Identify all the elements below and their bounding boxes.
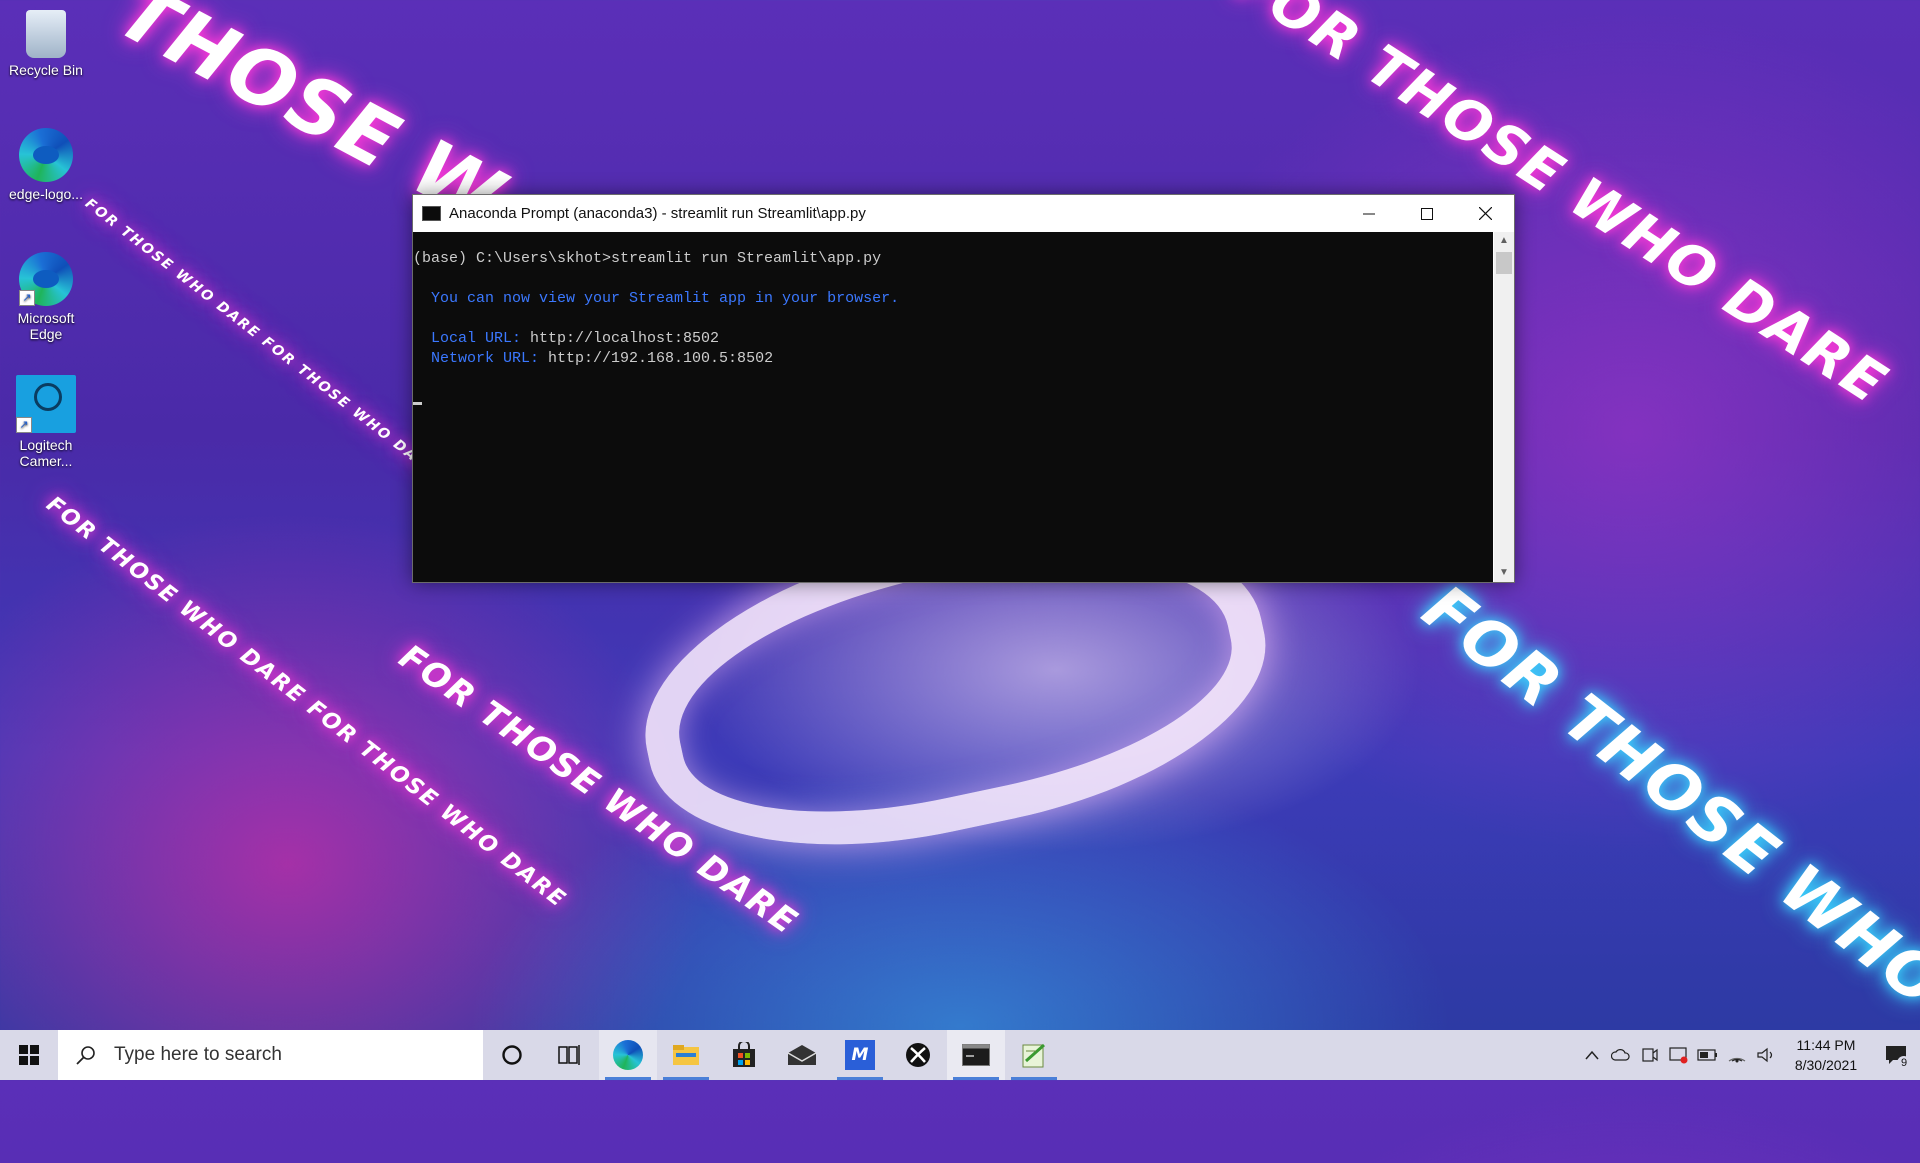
scroll-thumb[interactable]: [1496, 252, 1512, 274]
scroll-down-arrow-icon[interactable]: ▼: [1494, 564, 1514, 582]
desktop-icon-logitech-camera[interactable]: ↗ Logitech Camer...: [6, 375, 86, 469]
notepad-icon: [1022, 1043, 1045, 1068]
scroll-up-arrow-icon[interactable]: ▲: [1494, 232, 1514, 250]
console-local-url-line: Local URL: http://localhost:8502: [413, 330, 719, 347]
task-view-icon: [558, 1045, 580, 1065]
taskbar-app-xbox[interactable]: [889, 1030, 947, 1080]
onedrive-cloud-icon[interactable]: [1606, 1030, 1635, 1080]
clock-time: 11:44 PM: [1796, 1037, 1856, 1053]
search-placeholder: Type here to search: [114, 1044, 282, 1065]
console-command-line: (base) C:\Users\skhot>streamlit run Stre…: [413, 250, 882, 267]
close-icon: [1478, 207, 1492, 220]
cortana-button[interactable]: [483, 1030, 541, 1080]
edge-icon: [613, 1040, 643, 1070]
desktop-icon-edge-logo[interactable]: edge-logo...: [6, 128, 86, 202]
action-center-button[interactable]: 9: [1872, 1030, 1920, 1080]
show-hidden-icons-chevron-up-icon[interactable]: [1577, 1030, 1606, 1080]
local-url-value: http://localhost:8502: [530, 330, 720, 347]
desktop-icon-label: Logitech Camer...: [19, 437, 73, 469]
taskbar-search-box[interactable]: Type here to search: [58, 1030, 483, 1080]
shortcut-arrow-icon: ↗: [19, 290, 35, 306]
task-view-button[interactable]: [541, 1030, 599, 1080]
autodesk-icon: M: [845, 1040, 875, 1070]
console-network-url-line: Network URL: http://192.168.100.5:8502: [413, 350, 773, 367]
desktop-icon-label: edge-logo...: [9, 186, 83, 202]
window-title: Anaconda Prompt (anaconda3) - streamlit …: [449, 205, 866, 222]
edge-icon: ↗: [19, 252, 73, 306]
taskbar-app-edge[interactable]: [599, 1030, 657, 1080]
edge-icon: [19, 128, 73, 182]
anaconda-prompt-window[interactable]: Anaconda Prompt (anaconda3) - streamlit …: [412, 194, 1515, 583]
mail-icon: [787, 1045, 817, 1065]
taskbar-app-store[interactable]: [715, 1030, 773, 1080]
console-cursor: [413, 402, 422, 405]
wifi-icon[interactable]: [1722, 1030, 1751, 1080]
search-icon: [76, 1046, 95, 1065]
windows-logo-icon: [19, 1045, 39, 1065]
meet-now-icon[interactable]: [1635, 1030, 1664, 1080]
minimize-button[interactable]: [1340, 195, 1398, 232]
network-url-label: Network URL:: [413, 350, 549, 367]
console-scrollbar[interactable]: ▲ ▼: [1494, 232, 1514, 582]
battery-icon[interactable]: [1693, 1030, 1722, 1080]
system-tray: 11:44 PM 8/30/2021 9: [1577, 1030, 1920, 1080]
store-icon: [733, 1042, 755, 1067]
desktop-icon-label: Recycle Bin: [9, 62, 83, 78]
terminal-icon: [962, 1044, 990, 1066]
console-output[interactable]: (base) C:\Users\skhot>streamlit run Stre…: [413, 232, 1493, 582]
taskbar-app-terminal[interactable]: [947, 1030, 1005, 1080]
close-button[interactable]: [1456, 195, 1514, 232]
desktop-icon-label: Microsoft Edge: [17, 310, 75, 342]
taskbar-app-file-explorer[interactable]: [657, 1030, 715, 1080]
cortana-icon: [502, 1045, 522, 1065]
minimize-icon: [1363, 213, 1375, 214]
taskbar-app-mail[interactable]: [773, 1030, 831, 1080]
network-url-value: http://192.168.100.5:8502: [548, 350, 774, 367]
volume-icon[interactable]: [1751, 1030, 1780, 1080]
taskbar-app-autodesk[interactable]: M: [831, 1030, 889, 1080]
screen-record-icon[interactable]: [1664, 1030, 1693, 1080]
notification-count-badge: 9: [1897, 1056, 1911, 1070]
xbox-icon: [906, 1043, 930, 1067]
file-explorer-icon: [673, 1045, 699, 1065]
taskbar-clock[interactable]: 11:44 PM 8/30/2021: [1780, 1035, 1872, 1075]
maximize-icon: [1421, 207, 1433, 220]
local-url-label: Local URL:: [413, 330, 531, 347]
console-info-line: You can now view your Streamlit app in y…: [413, 290, 900, 307]
taskbar: Type here to search M 11:44 PM 8/30/2021…: [0, 1030, 1920, 1080]
logitech-camera-icon: ↗: [16, 375, 76, 433]
recycle-bin-icon: [26, 10, 66, 58]
taskbar-app-notepad[interactable]: [1005, 1030, 1063, 1080]
window-titlebar[interactable]: Anaconda Prompt (anaconda3) - streamlit …: [413, 195, 1514, 232]
start-button[interactable]: [0, 1030, 58, 1080]
wallpaper-slogan: FOR THOSE WHO DARE FOR THOSE WHO DARE: [81, 195, 441, 481]
desktop-icon-recycle-bin[interactable]: Recycle Bin: [6, 10, 86, 78]
clock-date: 8/30/2021: [1794, 1057, 1858, 1073]
desktop-icon-microsoft-edge[interactable]: ↗ Microsoft Edge: [6, 252, 86, 342]
maximize-button[interactable]: [1398, 195, 1456, 232]
shortcut-arrow-icon: ↗: [16, 417, 32, 433]
console-icon: [422, 206, 441, 221]
